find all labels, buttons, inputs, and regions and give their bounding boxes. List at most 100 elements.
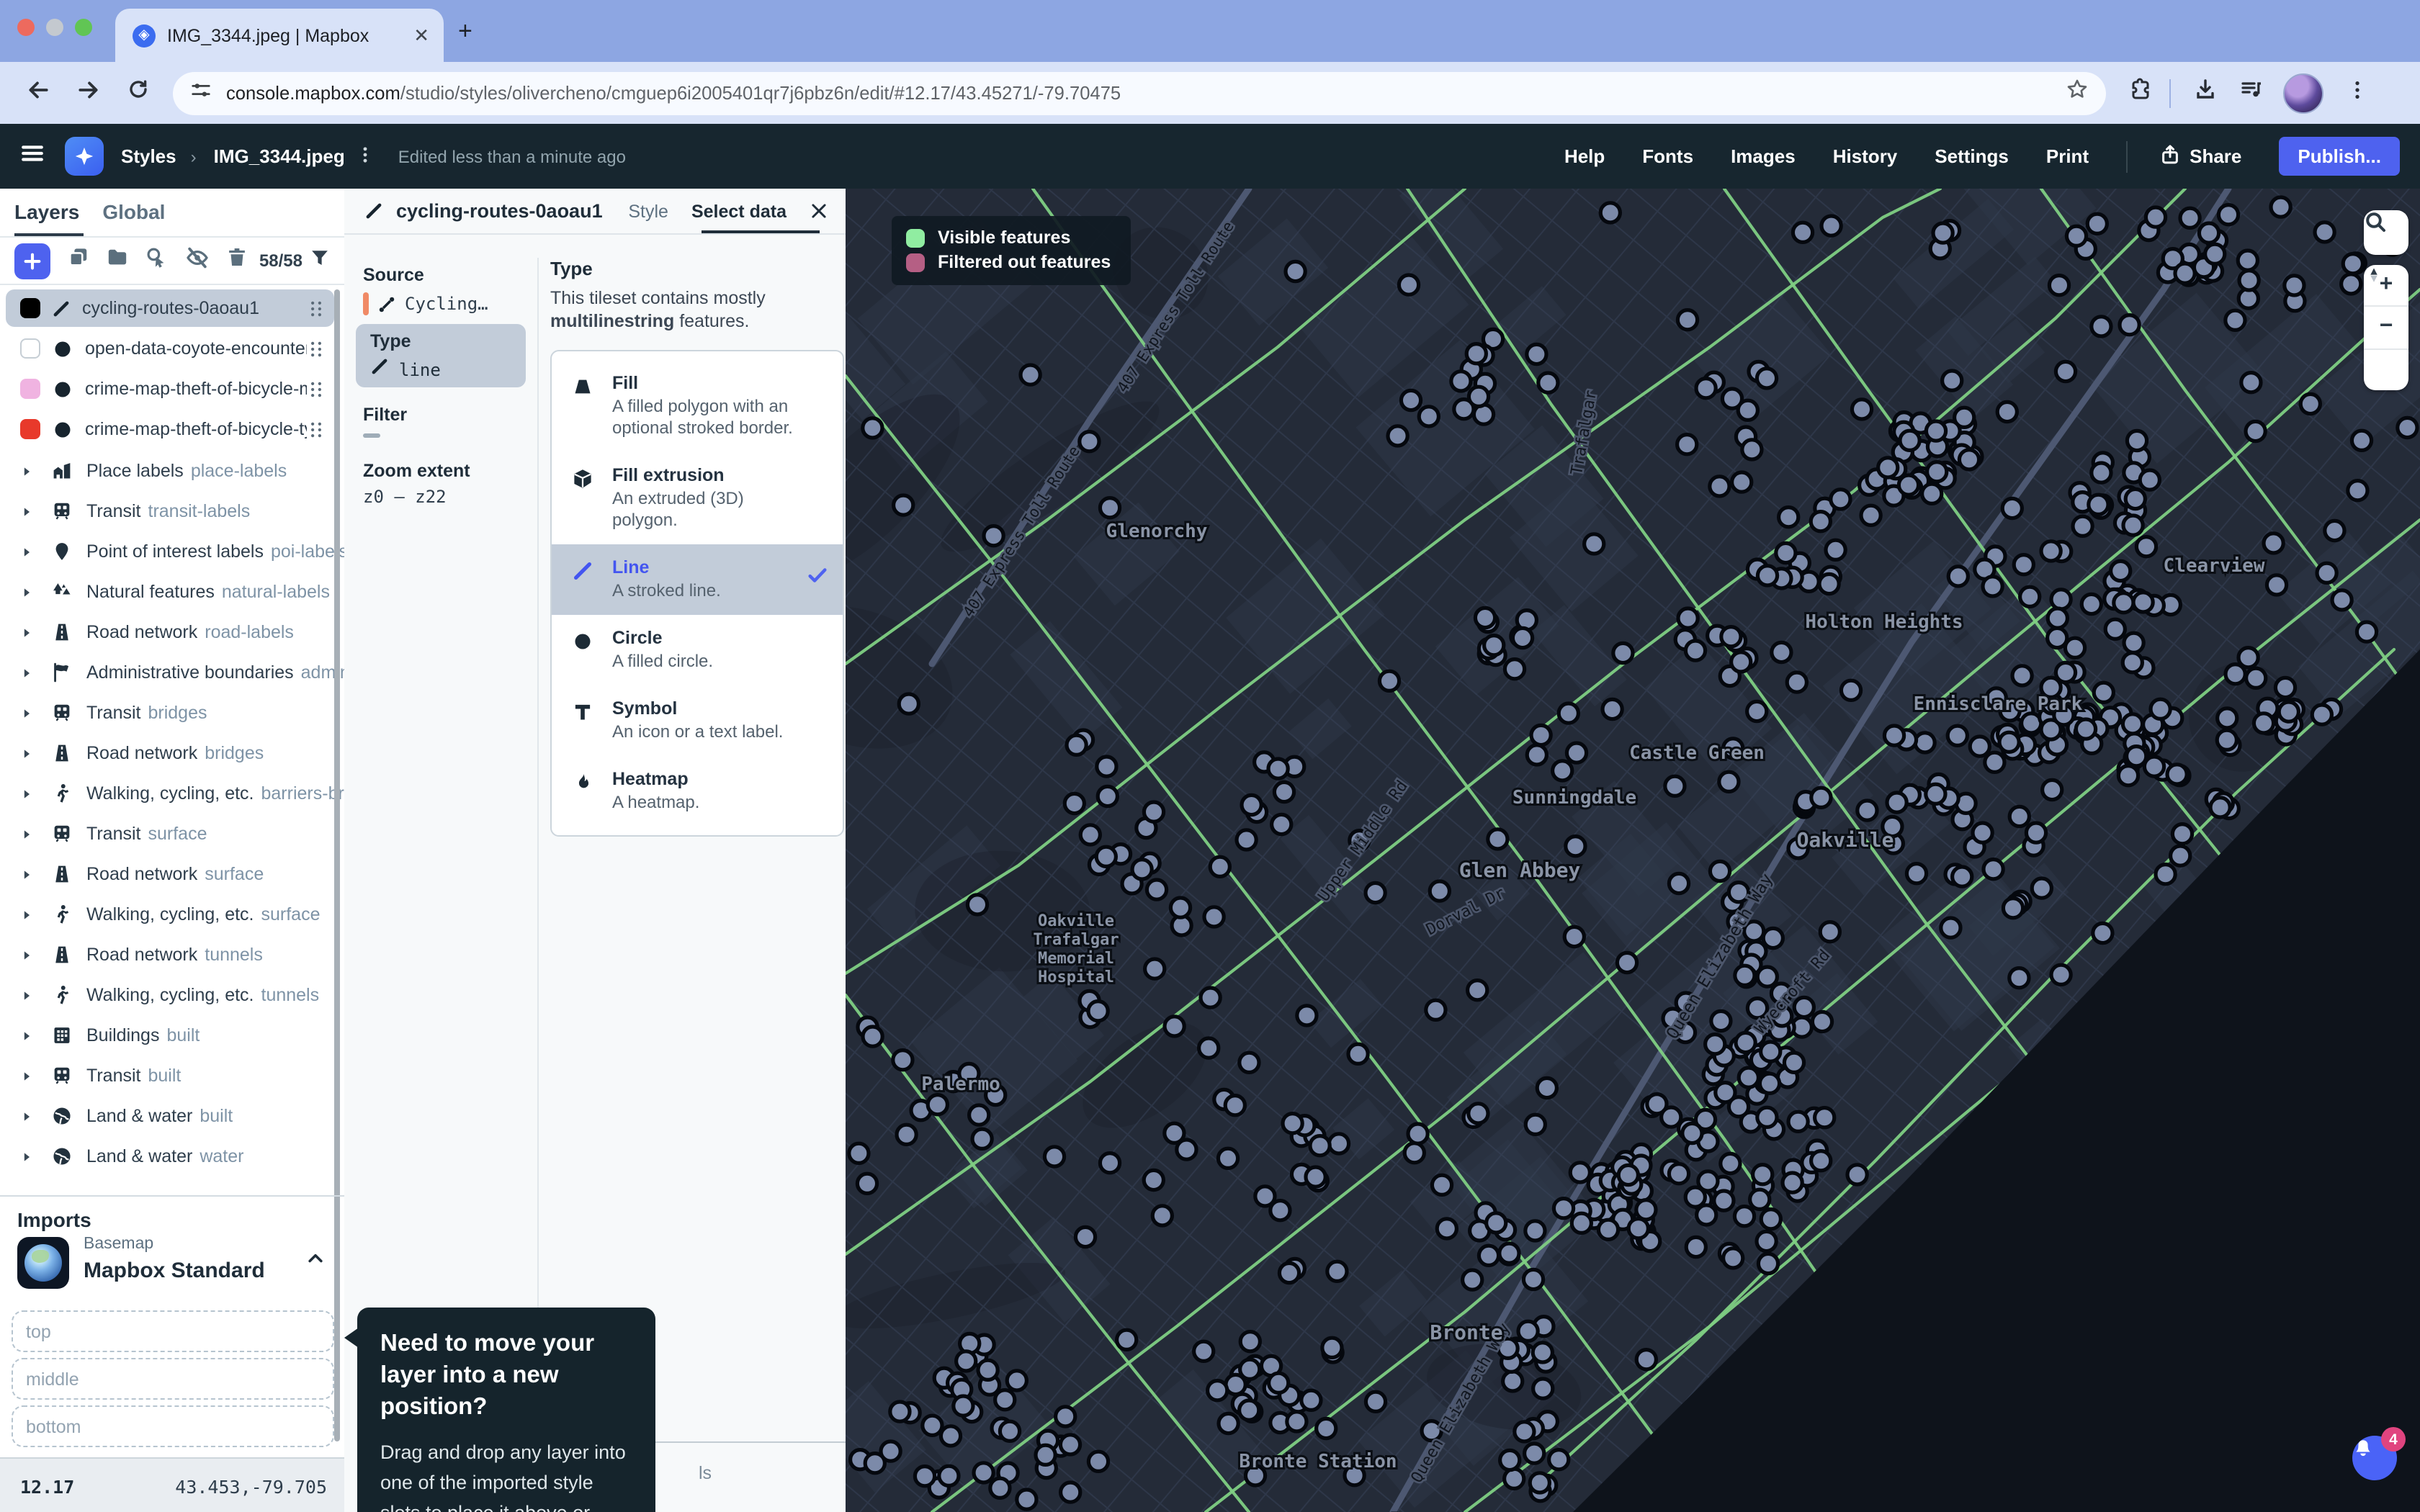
layer-group[interactable]: Buildingsbuilt — [6, 1015, 334, 1056]
import-slot-bottom[interactable]: bottom — [12, 1405, 334, 1447]
breadcrumb-styles[interactable]: Styles — [121, 145, 176, 167]
browser-tab[interactable]: ◈ IMG_3344.jpeg | Mapbox ✕ — [115, 9, 444, 62]
expand-caret-icon[interactable] — [20, 706, 33, 719]
layer-group[interactable]: Land & waterbuilt — [6, 1096, 334, 1136]
type-option-heatmap[interactable]: HeatmapA heatmap. — [552, 756, 843, 827]
expand-caret-icon[interactable] — [20, 868, 33, 881]
layer-group[interactable]: Walking, cycling, etc.barriers-bridges — [6, 773, 334, 814]
select-feature-icon[interactable] — [145, 246, 169, 276]
expand-caret-icon[interactable] — [20, 747, 33, 760]
expand-caret-icon[interactable] — [20, 545, 33, 558]
expand-caret-icon[interactable] — [20, 827, 33, 840]
share-button[interactable]: Share — [2159, 143, 2241, 169]
drag-handle-icon[interactable] — [307, 339, 326, 358]
address-bar[interactable]: console.mapbox.com/studio/styles/oliverc… — [173, 71, 2106, 114]
expand-caret-icon[interactable] — [20, 989, 33, 1002]
appbar-link-images[interactable]: Images — [1731, 145, 1796, 166]
layer-group[interactable]: Road networkbridges — [6, 733, 334, 773]
filter-layers-icon[interactable] — [310, 247, 330, 274]
layer-group[interactable]: Natural featuresnatural-labels — [6, 572, 334, 612]
import-slot-middle[interactable]: middle — [12, 1358, 334, 1400]
hide-layer-icon[interactable] — [186, 246, 209, 276]
type-option-fill[interactable]: FillA filled polygon with an optional st… — [552, 360, 843, 452]
layer-group[interactable]: Transitbridges — [6, 693, 334, 733]
layer-group[interactable]: Land & waterwater — [6, 1136, 334, 1176]
compass-button[interactable] — [2364, 348, 2408, 390]
layer-group[interactable]: Road networktunnels — [6, 935, 334, 975]
site-settings-icon[interactable] — [190, 78, 212, 107]
tab-style[interactable]: Style — [628, 201, 668, 221]
expand-caret-icon[interactable] — [20, 585, 33, 598]
downloads-icon[interactable] — [2194, 78, 2217, 108]
media-controls-icon[interactable] — [2240, 78, 2263, 108]
add-layer-button[interactable] — [14, 243, 50, 279]
source-item[interactable]: Cycling… — [363, 292, 488, 315]
layer-item[interactable]: crime-map-theft-of-bicycle-mo-c... — [6, 370, 334, 408]
bookmark-star-icon[interactable] — [2066, 78, 2089, 108]
profile-avatar[interactable] — [2283, 73, 2323, 113]
expand-caret-icon[interactable] — [20, 908, 33, 921]
type-option-symbol[interactable]: SymbolAn icon or a text label. — [552, 685, 843, 756]
expand-caret-icon[interactable] — [20, 626, 33, 639]
basemap-thumbnail[interactable] — [17, 1237, 69, 1289]
drag-handle-icon[interactable] — [307, 420, 326, 438]
expand-caret-icon[interactable] — [20, 1029, 33, 1042]
window-minimize-button[interactable] — [46, 19, 63, 36]
appbar-link-fonts[interactable]: Fonts — [1642, 145, 1693, 166]
style-menu-icon[interactable] — [357, 145, 375, 168]
basemap-name[interactable]: Mapbox Standard — [84, 1259, 265, 1283]
map-canvas[interactable]: 407 Express Toll Route407 Express Toll R… — [846, 189, 2420, 1512]
layer-group[interactable]: Place labelsplace-labels — [6, 451, 334, 491]
appbar-link-history[interactable]: History — [1833, 145, 1898, 166]
tab-layers[interactable]: Layers — [14, 200, 79, 223]
breadcrumb-style-name[interactable]: IMG_3344.jpeg — [214, 145, 345, 167]
appbar-link-print[interactable]: Print — [2046, 145, 2089, 166]
collapse-basemap-icon[interactable] — [305, 1248, 326, 1276]
extensions-icon[interactable] — [2129, 78, 2152, 108]
duplicate-layer-icon[interactable] — [68, 246, 89, 275]
layer-item[interactable]: crime-map-theft-of-bicycle-ty-8q... — [6, 410, 334, 448]
browser-menu-icon[interactable] — [2347, 78, 2368, 107]
layer-group[interactable]: Transittransit-labels — [6, 491, 334, 531]
expand-caret-icon[interactable] — [20, 787, 33, 800]
expand-caret-icon[interactable] — [20, 948, 33, 961]
expand-caret-icon[interactable] — [20, 1069, 33, 1082]
expand-caret-icon[interactable] — [20, 505, 33, 518]
tab-global[interactable]: Global — [102, 200, 165, 223]
delete-layer-icon[interactable] — [226, 246, 248, 275]
hamburger-menu-icon[interactable] — [20, 140, 45, 172]
drag-handle-icon[interactable] — [307, 379, 326, 398]
map-search-button[interactable] — [2364, 210, 2408, 255]
forward-icon[interactable] — [76, 77, 101, 109]
type-option-fill-extrusion[interactable]: Fill extrusionAn extruded (3D) polygon. — [552, 452, 843, 544]
tab-close-icon[interactable]: ✕ — [413, 24, 429, 47]
close-editor-icon[interactable] — [810, 202, 828, 220]
window-zoom-button[interactable] — [75, 19, 92, 36]
reload-icon[interactable] — [127, 78, 150, 108]
layer-item[interactable]: open-data-coyote-encounters-4... — [6, 330, 334, 367]
layer-group[interactable]: Road networksurface — [6, 854, 334, 894]
layer-group[interactable]: Transitsurface — [6, 814, 334, 854]
type-option-circle[interactable]: CircleA filled circle. — [552, 615, 843, 685]
expand-caret-icon[interactable] — [20, 1110, 33, 1122]
layer-item[interactable]: cycling-routes-0aoau1 — [6, 289, 334, 327]
type-option-line[interactable]: LineA stroked line. — [552, 544, 843, 615]
window-close-button[interactable] — [17, 19, 35, 36]
layer-group[interactable]: Point of interest labelspoi-labels — [6, 531, 334, 572]
publish-button[interactable]: Publish... — [2279, 137, 2400, 176]
expand-caret-icon[interactable] — [20, 666, 33, 679]
layers-scrollbar[interactable] — [334, 289, 340, 1441]
new-tab-button[interactable]: + — [458, 19, 472, 43]
back-icon[interactable] — [26, 77, 50, 109]
mapbox-studio-logo[interactable] — [65, 137, 104, 176]
layer-group[interactable]: Walking, cycling, etc.surface — [6, 894, 334, 935]
tab-select-data[interactable]: Select data — [691, 201, 786, 221]
appbar-link-settings[interactable]: Settings — [1935, 145, 2009, 166]
drag-handle-icon[interactable] — [307, 299, 326, 318]
layer-group[interactable]: Walking, cycling, etc.tunnels — [6, 975, 334, 1015]
import-slot-top[interactable]: top — [12, 1310, 334, 1352]
layer-group[interactable]: Road networkroad-labels — [6, 612, 334, 652]
expand-caret-icon[interactable] — [20, 464, 33, 477]
layer-group[interactable]: Administrative boundariesadmin — [6, 652, 334, 693]
layer-group[interactable]: Transitbuilt — [6, 1056, 334, 1096]
